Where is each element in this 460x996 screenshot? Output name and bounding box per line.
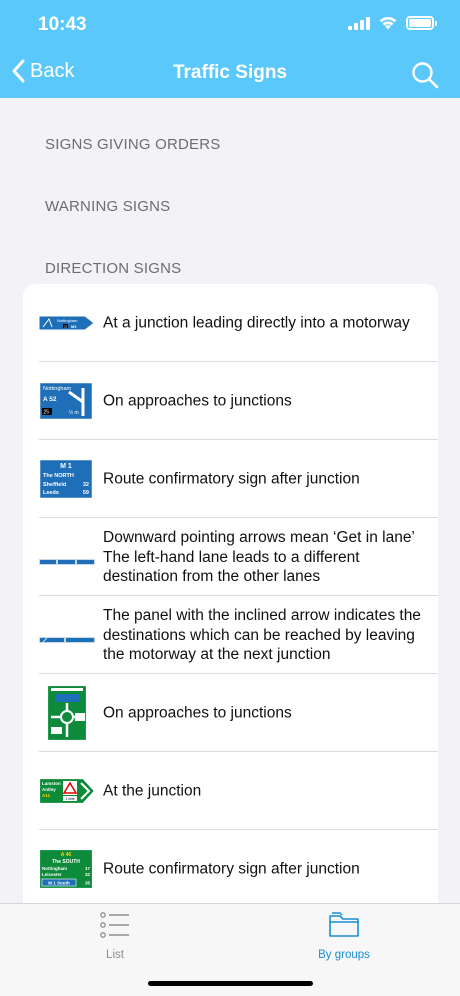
- item-label: On approaches to junctions: [103, 704, 292, 722]
- sign-thumbnail: Lamston Antley A11 1 mile: [38, 777, 96, 805]
- sign-text: A11: [42, 793, 51, 798]
- list-item[interactable]: Nottingham A 52 25 ½ m On approaches to …: [23, 362, 438, 440]
- lane-gantry-sign: [39, 559, 95, 565]
- sign-text: ½ m: [69, 409, 79, 416]
- sign-text: 35: [85, 880, 91, 885]
- list-item[interactable]: Downward pointing arrows mean ‘Get in la…: [23, 518, 438, 596]
- tab-by-groups[interactable]: By groups: [274, 912, 414, 961]
- search-icon[interactable]: [410, 60, 440, 90]
- list-item[interactable]: Nottingham 25 M1 At a junction leading d…: [23, 284, 438, 362]
- primary-route-confirmatory-sign: A 46 The SOUTH Nottingham 17 Leicester 3…: [38, 848, 94, 890]
- sign-text: The NORTH: [43, 473, 74, 479]
- item-label: Downward pointing arrows mean ‘Get in la…: [103, 528, 415, 585]
- roundabout-approach-sign: [46, 684, 88, 742]
- direction-signs-list: Nottingham 25 M1 At a junction leading d…: [23, 284, 438, 924]
- route-confirmatory-sign: M 1 The NORTH Sheffield 32 Leeds 59: [38, 458, 94, 500]
- sign-text: A 52: [43, 396, 57, 403]
- page-title: Traffic Signs: [172, 62, 288, 83]
- home-indicator: [148, 981, 313, 986]
- status-bar: 10:43: [0, 0, 460, 50]
- sign-text: The SOUTH: [52, 859, 80, 865]
- sign-text: M1: [71, 324, 77, 329]
- list-item[interactable]: M 1 The NORTH Sheffield 32 Leeds 59 Rout…: [23, 440, 438, 518]
- sign-text: 17: [85, 866, 91, 871]
- section-header-warning[interactable]: WARNING SIGNS: [45, 198, 170, 215]
- sign-thumbnail: [46, 684, 88, 742]
- list-item[interactable]: On approaches to junctions: [23, 674, 438, 752]
- item-label: At the junction: [103, 782, 202, 800]
- sign-text: 25: [64, 325, 68, 329]
- item-label: Route confirmatory sign after junction: [103, 470, 360, 488]
- sign-text: M 1: [60, 463, 72, 470]
- sign-text: 59: [83, 490, 89, 496]
- list-icon: [100, 912, 129, 938]
- sign-text: A 46: [61, 852, 72, 858]
- cellular-signal-icon: [348, 16, 370, 30]
- motorway-junction-sign: Nottingham 25 M1: [38, 315, 95, 331]
- item-label: The panel with the inclined arrow indica…: [103, 606, 421, 663]
- wifi-icon: [379, 16, 397, 30]
- status-icons: [348, 15, 437, 30]
- sign-text: Nottingham: [43, 386, 72, 392]
- tab-list[interactable]: List: [45, 912, 185, 961]
- sign-thumbnail: M 1 The NORTH Sheffield 32 Leeds 59: [38, 458, 94, 500]
- sign-text: Antley: [42, 787, 56, 792]
- sign-text: M 1 South: [48, 880, 70, 885]
- sign-text: Nottingham: [42, 866, 67, 871]
- battery-icon: [406, 15, 437, 30]
- motorway-gantry-sign: [39, 637, 95, 643]
- list-item[interactable]: Lamston Antley A11 1 mile At the junctio…: [23, 752, 438, 830]
- list-item[interactable]: A 46 The SOUTH Nottingham 17 Leicester 3…: [23, 830, 438, 908]
- status-time: 10:43: [38, 14, 87, 35]
- sign-text: Lamston: [42, 781, 61, 786]
- list-item[interactable]: The panel with the inclined arrow indica…: [23, 596, 438, 674]
- sign-text: 1 mile: [65, 797, 74, 801]
- sign-thumbnail: Nottingham 25 M1: [38, 315, 95, 331]
- sign-text: Nottingham: [57, 318, 78, 323]
- sign-text: Leicester: [42, 872, 62, 877]
- app-header: 10:43 Back Traffic Signs: [0, 0, 460, 98]
- tab-label: List: [106, 949, 124, 961]
- folder-icon: [329, 912, 359, 937]
- section-header-orders[interactable]: SIGNS GIVING ORDERS: [45, 136, 221, 153]
- item-label: Route confirmatory sign after junction: [103, 860, 360, 878]
- junction-approach-sign: Nottingham A 52 25 ½ m: [38, 381, 94, 421]
- sign-thumbnail: Nottingham A 52 25 ½ m: [38, 381, 94, 421]
- sign-text: 32: [85, 872, 91, 877]
- item-label: At a junction leading directly into a mo…: [103, 314, 410, 332]
- sign-text: Sheffield: [43, 482, 66, 488]
- sign-text: 25: [44, 410, 50, 416]
- sign-text: Leeds: [43, 490, 59, 496]
- junction-direction-sign: Lamston Antley A11 1 mile: [38, 777, 96, 805]
- item-label: On approaches to junctions: [103, 392, 292, 410]
- sign-text: 32: [83, 482, 89, 488]
- section-header-direction[interactable]: DIRECTION SIGNS: [45, 260, 181, 277]
- navigation-bar: Back Traffic Signs: [0, 50, 460, 98]
- tab-label: By groups: [318, 949, 370, 961]
- sign-thumbnail: [39, 553, 95, 565]
- sign-thumbnail: A 46 The SOUTH Nottingham 17 Leicester 3…: [38, 848, 94, 890]
- sign-thumbnail: [39, 631, 95, 643]
